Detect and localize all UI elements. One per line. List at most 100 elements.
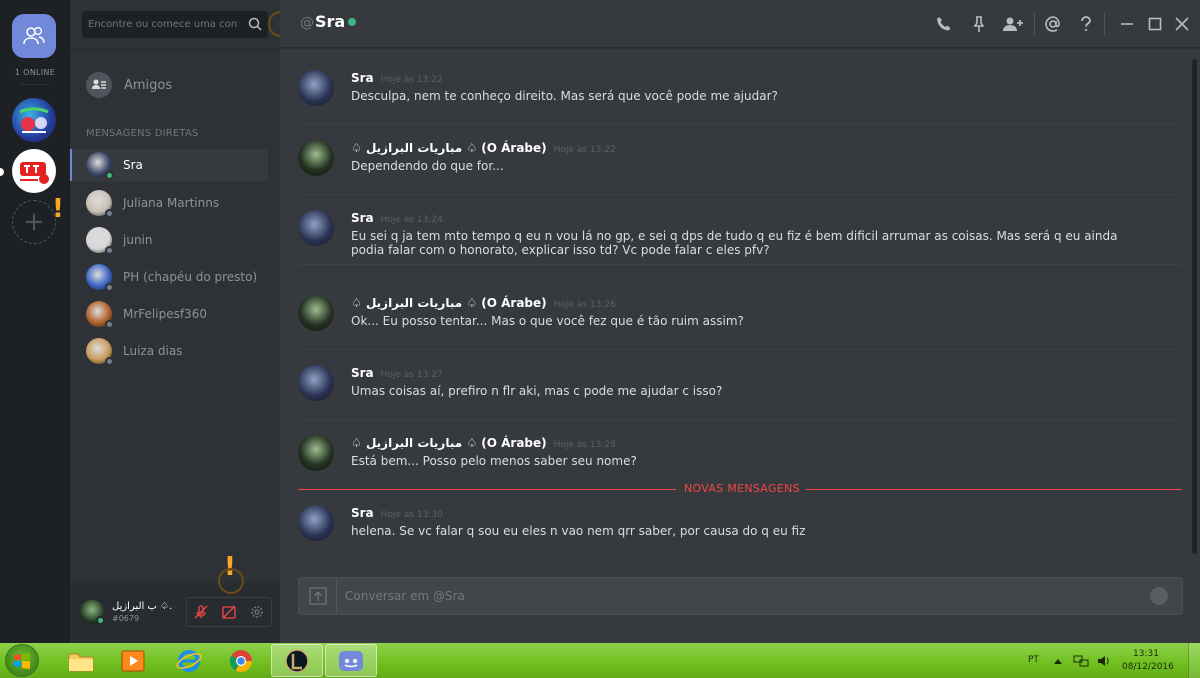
dm-name: MrFelipesf360 xyxy=(123,307,207,321)
settings-gear-icon[interactable] xyxy=(249,604,265,620)
message-avatar[interactable] xyxy=(298,295,334,331)
server-icon[interactable] xyxy=(12,98,56,142)
message-avatar[interactable] xyxy=(298,140,334,176)
dm-name: junin xyxy=(123,233,153,247)
clock-time: 13:31 xyxy=(1133,649,1159,659)
taskbar-discord[interactable] xyxy=(325,644,377,677)
server-logo-icon xyxy=(20,162,49,184)
message-author[interactable]: Sra xyxy=(351,366,374,380)
upload-icon xyxy=(308,587,327,605)
system-clock[interactable]: 13:31 08/12/2016 xyxy=(1122,648,1174,674)
guild-separator xyxy=(19,84,49,85)
dm-avatar xyxy=(86,190,114,218)
selected-server-indicator xyxy=(0,168,4,176)
friends-link[interactable]: Amigos xyxy=(82,70,268,100)
divider xyxy=(1104,13,1105,35)
message-avatar[interactable] xyxy=(298,70,334,106)
message-input[interactable] xyxy=(345,578,1125,614)
show-desktop-button[interactable] xyxy=(1188,643,1200,678)
new-messages-divider: NOVAS MENSAGENS xyxy=(298,482,1182,496)
message-timestamp: Hoje às 13:30 xyxy=(380,510,443,520)
warning-icon: ! xyxy=(52,194,64,224)
message-author[interactable]: ♤ مباريات البرازيل ♤ (O Árabe) xyxy=(351,141,547,155)
message-divider xyxy=(298,194,1182,195)
dm-item[interactable]: Juliana Martinns xyxy=(70,187,268,219)
close-icon[interactable] xyxy=(1173,15,1191,33)
add-friend-icon[interactable] xyxy=(1002,15,1024,33)
emoji-picker-icon[interactable] xyxy=(1150,587,1168,605)
mute-microphone-icon[interactable] xyxy=(193,604,209,620)
friends-label: Amigos xyxy=(124,77,173,93)
message-divider xyxy=(298,419,1182,420)
taskbar-media-player[interactable] xyxy=(107,644,159,677)
taskbar-internet-explorer[interactable] xyxy=(163,644,215,677)
taskbar-explorer[interactable] xyxy=(55,644,107,677)
call-icon[interactable] xyxy=(935,15,953,33)
dm-name: PH (chapéu do presto) xyxy=(123,270,258,284)
dm-avatar xyxy=(86,152,114,180)
mentions-icon[interactable] xyxy=(1044,15,1062,33)
user-name: ب البرازيل ♤. xyxy=(112,601,173,612)
message-author[interactable]: Sra xyxy=(351,506,374,520)
dm-item[interactable]: MrFelipesf360 xyxy=(70,298,268,330)
message-text: Eu sei q ja tem mto tempo q eu n vou lá … xyxy=(351,229,1118,257)
deafen-headphones-icon[interactable] xyxy=(221,604,237,620)
status-dot xyxy=(105,320,114,329)
message-author[interactable]: Sra xyxy=(351,71,374,85)
server-list: 1 ONLINE + ! xyxy=(0,0,70,643)
friends-icon xyxy=(23,26,45,45)
chat-area: Sra Hoje às 13:22 Desculpa, nem te conheço… xyxy=(280,49,1200,643)
add-server-button[interactable]: + xyxy=(12,200,56,244)
search-icon[interactable] xyxy=(248,17,262,31)
dm-item[interactable]: Luiza dias xyxy=(70,335,268,367)
message-avatar[interactable] xyxy=(298,435,334,471)
dm-item[interactable]: Sra xyxy=(70,149,268,181)
message-avatar[interactable] xyxy=(298,210,334,246)
message-author[interactable]: ♤ مباريات البرازيل ♤ (O Árabe) xyxy=(351,296,547,310)
chat-title: Sra xyxy=(315,12,346,31)
dm-sidebar: Amigos MENSAGENS DIRETAS Sra Juliana Mart… xyxy=(70,0,280,643)
search-input[interactable] xyxy=(88,11,238,38)
upload-button[interactable] xyxy=(299,578,337,614)
divider xyxy=(70,49,280,50)
message-author[interactable]: ♤ مباريات البرازيل ♤ (O Árabe) xyxy=(351,436,547,450)
scrollbar[interactable] xyxy=(1192,59,1197,554)
windows-logo-icon xyxy=(14,652,30,669)
divider xyxy=(1034,13,1035,35)
server-icon[interactable] xyxy=(12,149,56,193)
taskbar-league-of-legends[interactable] xyxy=(271,644,323,677)
tray-expand-icon[interactable] xyxy=(1053,657,1063,665)
message-composer xyxy=(298,577,1183,615)
dm-item[interactable]: PH (chapéu do presto) xyxy=(70,261,268,293)
scrollbar-thumb[interactable] xyxy=(1192,59,1197,554)
online-count: 1 ONLINE xyxy=(14,68,56,77)
server-logo-icon xyxy=(19,107,49,133)
message-timestamp: Hoje às 13:27 xyxy=(380,370,443,380)
windows-taskbar: PT 13:31 08/12/2016 xyxy=(0,643,1200,678)
message-timestamp: Hoje às 13:22 xyxy=(380,75,443,85)
pin-icon[interactable] xyxy=(970,15,988,33)
start-button[interactable] xyxy=(5,644,39,677)
status-dot xyxy=(105,357,114,366)
message-text: helena. Se vc falar q sou eu eles n vao … xyxy=(351,524,806,538)
taskbar-chrome[interactable] xyxy=(215,644,267,677)
home-button[interactable] xyxy=(12,14,56,58)
help-icon[interactable] xyxy=(1077,15,1095,33)
dm-item[interactable]: junin xyxy=(70,224,268,256)
network-icon[interactable] xyxy=(1073,653,1089,669)
message-timestamp: Hoje às 13:22 xyxy=(553,145,616,155)
maximize-icon[interactable] xyxy=(1146,15,1164,33)
minimize-icon[interactable] xyxy=(1118,15,1136,33)
message-avatar[interactable] xyxy=(298,505,334,541)
dm-name: Juliana Martinns xyxy=(123,196,220,210)
volume-icon[interactable] xyxy=(1096,653,1112,669)
highlight-ring xyxy=(218,568,244,594)
message-author[interactable]: Sra xyxy=(351,211,374,225)
message-avatar[interactable] xyxy=(298,365,334,401)
status-dot xyxy=(105,209,114,218)
league-of-legends-icon xyxy=(285,648,309,673)
dm-avatar xyxy=(86,338,114,366)
language-indicator[interactable]: PT xyxy=(1028,655,1039,665)
online-status-dot xyxy=(348,18,356,26)
message-text: Umas coisas aí, prefiro n flr aki, mas c… xyxy=(351,384,723,398)
